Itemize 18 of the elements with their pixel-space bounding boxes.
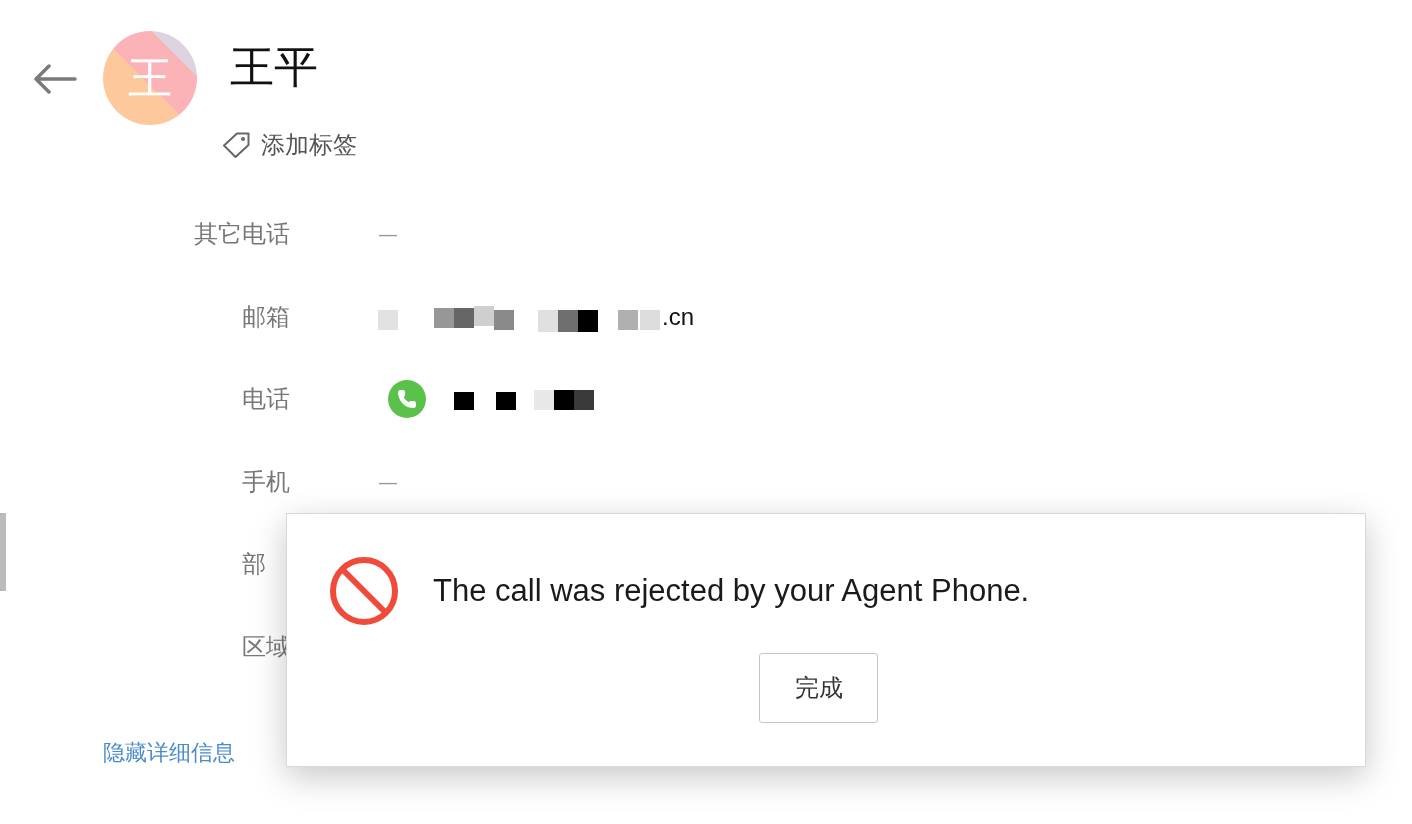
- add-tag-link[interactable]: 添加标签: [261, 131, 357, 159]
- avatar: 王: [103, 31, 197, 125]
- field-label: 邮箱: [242, 302, 290, 331]
- field-label: 其它电话: [194, 220, 290, 249]
- field-label: 电话: [242, 385, 290, 414]
- done-button[interactable]: 完成: [759, 653, 878, 723]
- empty-value: —: [378, 469, 398, 494]
- tag-icon: [222, 132, 250, 158]
- email-value: .cn: [662, 302, 694, 331]
- contact-name: 王平: [230, 43, 319, 91]
- hide-details-link[interactable]: 隐藏详细信息: [103, 740, 235, 765]
- phone-call-icon[interactable]: [388, 380, 426, 419]
- back-button[interactable]: [33, 64, 77, 94]
- field-label: 手机: [242, 467, 290, 496]
- prohibited-icon: [330, 557, 398, 625]
- empty-value: —: [378, 222, 398, 247]
- dialog-message: The call was rejected by your Agent Phone.: [433, 573, 1030, 609]
- field-label: 部: [242, 550, 267, 579]
